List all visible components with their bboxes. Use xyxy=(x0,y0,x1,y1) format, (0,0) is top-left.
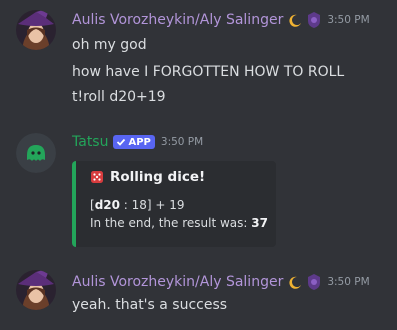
app-badge-label: APP xyxy=(128,136,151,148)
avatar[interactable] xyxy=(16,133,56,173)
roll-rest: : 18] + 19 xyxy=(119,198,185,212)
moon-icon xyxy=(288,13,302,27)
roll-detail: [d20 : 18] + 19 xyxy=(90,198,185,212)
role-shield-icon[interactable] xyxy=(307,274,321,290)
result-value: 37 xyxy=(251,216,268,230)
message-line: how have I FORGOTTEN HOW TO ROLL xyxy=(72,64,345,80)
check-icon xyxy=(117,138,126,146)
username[interactable]: Tatsu xyxy=(72,134,108,150)
message-header: Aulis Vorozheykin/Aly Salinger 3:50 PM xyxy=(72,12,370,28)
message-header: Aulis Vorozheykin/Aly Salinger 3:50 PM xyxy=(72,274,370,290)
embed-title: Rolling dice! xyxy=(90,169,205,185)
timestamp[interactable]: 3:50 PM xyxy=(327,276,369,288)
message-line: t!roll d20+19 xyxy=(72,89,166,105)
timestamp[interactable]: 3:50 PM xyxy=(161,136,203,148)
die-icon xyxy=(91,171,103,183)
role-shield-icon[interactable] xyxy=(307,12,321,28)
avatar[interactable] xyxy=(16,270,56,310)
message-header: Tatsu APP 3:50 PM xyxy=(72,134,203,150)
app-badge: APP xyxy=(113,135,155,149)
result-prefix: In the end, the result was: xyxy=(90,216,252,230)
message-line: oh my god xyxy=(72,37,147,53)
username[interactable]: Aulis Vorozheykin/Aly Salinger xyxy=(72,12,283,28)
timestamp[interactable]: 3:50 PM xyxy=(327,14,369,26)
message-line: yeah. that's a success xyxy=(72,297,228,313)
username[interactable]: Aulis Vorozheykin/Aly Salinger xyxy=(72,274,283,290)
avatar[interactable] xyxy=(16,10,56,50)
moon-icon xyxy=(288,275,302,289)
roll-die: d20 xyxy=(94,198,120,212)
embed-title-text: Rolling dice! xyxy=(110,169,206,185)
roll-result: In the end, the result was: 37 xyxy=(90,216,268,230)
embed: Rolling dice! [d20 : 18] + 19 In the end… xyxy=(72,161,276,247)
